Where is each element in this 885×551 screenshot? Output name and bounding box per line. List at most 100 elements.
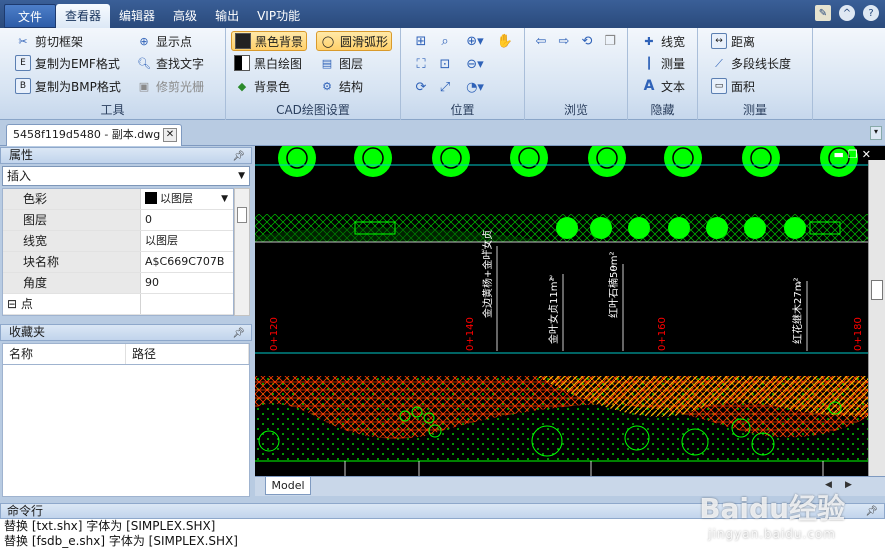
distance-button[interactable]: ↔ 距离	[708, 31, 758, 51]
pin-icon[interactable]: 📌︎	[232, 149, 245, 164]
zoom-out-icon[interactable]: ⊖▾	[461, 54, 489, 74]
trim-raster-button[interactable]: ▣ 修剪光栅	[133, 76, 207, 96]
station-labels: 0+120 0+140 0+160 0+180	[269, 317, 864, 351]
properties-panel-title: 属性 📌︎	[0, 147, 252, 164]
bmp-icon: B	[15, 78, 31, 94]
bg-color-button[interactable]: ◆ 背景色	[231, 76, 293, 96]
group-cad-settings: 黑色背景 ◯ 圆滑弧形 黑白绘图 ▤ 图层 ◆ 背景色 ⚙ 结构 CAD绘图设置	[226, 28, 401, 120]
tab-viewer[interactable]: 查看器	[56, 4, 111, 28]
tab-advanced[interactable]: 高级	[164, 4, 206, 28]
group-position-label: 位置	[450, 103, 475, 117]
group-browse: ⇦ ⇨ ⟲ ❐ 浏览	[525, 28, 628, 120]
back-arrow-icon[interactable]: ⇦	[531, 31, 551, 51]
hide-measure-button[interactable]: ┃ 测量	[638, 53, 688, 73]
pin-icon[interactable]: 📌︎	[865, 505, 878, 519]
scroll-thumb[interactable]	[237, 207, 247, 223]
collapse-icon[interactable]: ^	[839, 5, 855, 21]
show-points-button[interactable]: ⊕ 显示点	[133, 31, 195, 51]
fit-icon[interactable]: ⛶	[411, 54, 431, 74]
clip-frame-button[interactable]: ✂ 剪切框架	[12, 31, 86, 51]
trim-icon: ▣	[138, 79, 150, 93]
black-background-toggle[interactable]: 黑色背景	[231, 31, 308, 51]
forward-arrow-icon[interactable]: ⇨	[554, 31, 574, 51]
pin-icon[interactable]: 📌︎	[232, 326, 245, 341]
minimize-icon[interactable]: ▬	[834, 148, 844, 161]
refresh-icon[interactable]: ⟲	[577, 31, 597, 51]
orbit-icon[interactable]: ◔▾	[461, 77, 489, 97]
help-icon[interactable]: ?	[863, 5, 879, 21]
scroll-right-icon[interactable]: ▶	[845, 480, 852, 490]
chevron-down-icon: ▼	[238, 171, 245, 181]
lineweight-icon: ✚	[644, 34, 654, 48]
restore-icon[interactable]: ❐	[848, 148, 858, 161]
emf-icon: E	[15, 55, 31, 71]
watermark-url: jingyan.baidu.com	[708, 527, 836, 541]
favorites-list[interactable]	[2, 365, 250, 497]
cad-canvas[interactable]: 金边黄杨+金叶女贞 金叶女贞11m² 红叶石楠50m² 红花继木27m² 3 3…	[255, 146, 885, 476]
property-row-angle[interactable]: 角度 90	[3, 273, 233, 294]
tab-model[interactable]: Model	[265, 477, 311, 495]
zoom-in-icon[interactable]: ⊕▾	[461, 31, 489, 51]
scroll-thumb[interactable]	[871, 280, 883, 300]
callout-leaders	[496, 246, 808, 351]
station-ticks	[344, 461, 824, 476]
tab-output[interactable]: 输出	[206, 4, 248, 28]
tab-vip[interactable]: VIP功能	[248, 4, 309, 28]
polyline-length-button[interactable]: ⟋ 多段线长度	[708, 53, 794, 73]
entity-type-select[interactable]: 插入 ▼	[2, 166, 250, 186]
property-category-point[interactable]: ⊟ 点	[3, 294, 233, 315]
pen-icon[interactable]: ✎	[815, 5, 831, 21]
bw-draw-button[interactable]: 黑白绘图	[231, 53, 305, 73]
text-button[interactable]: A 文本	[638, 76, 688, 96]
ruler-icon: ┃	[645, 56, 653, 70]
zoom-box-icon[interactable]: ⊡	[435, 54, 455, 74]
pan-hand-icon[interactable]: ✋	[495, 31, 515, 51]
structure-button[interactable]: ⚙ 结构	[316, 76, 366, 96]
property-row-block-name[interactable]: 块名称 A$C669C707B	[3, 252, 233, 273]
close-icon[interactable]: ✕	[163, 128, 177, 142]
bw-icon	[234, 55, 250, 71]
distance-icon: ↔	[711, 33, 727, 49]
chevron-down-icon[interactable]: ▼	[221, 189, 228, 209]
column-name[interactable]: 名称	[3, 344, 126, 364]
color-swatch	[145, 192, 157, 204]
property-row-color[interactable]: 色彩 以图层 ▼	[3, 189, 233, 210]
fullscreen-icon[interactable]: ⤢	[435, 77, 455, 97]
document-tab-label: 5458f119d5480 - 副本.dwg	[13, 128, 161, 141]
layers-button[interactable]: ▤ 图层	[316, 53, 366, 73]
canvas-window-controls: ▬ ❐ ✕	[834, 148, 872, 161]
clip-frame-icon: ✂	[18, 34, 28, 48]
document-tab-bar: 5458f119d5480 - 副本.dwg ✕ ▾	[0, 120, 885, 146]
lineweight-button[interactable]: ✚ 线宽	[638, 31, 688, 51]
copy-view-icon[interactable]: ❐	[600, 31, 620, 51]
document-tab[interactable]: 5458f119d5480 - 副本.dwg ✕	[6, 124, 182, 146]
callout-mark: 3	[797, 281, 801, 288]
property-row-lineweight[interactable]: 线宽 以图层	[3, 231, 233, 252]
properties-scrollbar[interactable]	[234, 188, 250, 316]
callout-mark: 3	[481, 249, 485, 256]
tree-row	[278, 146, 858, 177]
arc-icon: ◯	[321, 34, 335, 48]
copy-bmp-button[interactable]: B 复制为BMP格式	[12, 76, 124, 96]
smooth-arc-toggle[interactable]: ◯ 圆滑弧形	[316, 31, 393, 51]
zoom-window-icon[interactable]: ⊞	[411, 31, 431, 51]
favorites-header: 名称 路径	[2, 343, 250, 365]
property-row-layer[interactable]: 图层 0	[3, 210, 233, 231]
station-label: 0+180	[853, 317, 864, 351]
copy-emf-button[interactable]: E 复制为EMF格式	[12, 53, 123, 73]
group-tools: ✂ 剪切框架 E 复制为EMF格式 B 复制为BMP格式 ⊕ 显示点 🔍︎ 查找…	[0, 28, 226, 120]
find-text-button[interactable]: 🔍︎ 查找文字	[133, 53, 207, 73]
zoom-extents-icon[interactable]: ⌕	[435, 31, 455, 51]
rotate-3d-icon[interactable]: ⟳	[411, 77, 431, 97]
file-menu[interactable]: 文件	[4, 4, 57, 28]
callout-label: 金边黄杨+金叶女贞	[481, 230, 494, 318]
group-measure: ↔ 距离 ⟋ 多段线长度 ▭ 面积 测量	[698, 28, 813, 120]
canvas-vertical-scrollbar[interactable]	[868, 160, 885, 478]
area-button[interactable]: ▭ 面积	[708, 76, 758, 96]
tab-editor[interactable]: 编辑器	[110, 4, 164, 28]
collapse-icon[interactable]: ⊟	[7, 297, 17, 311]
callout-mark: 3	[549, 275, 553, 282]
chevron-down-icon[interactable]: ▾	[870, 126, 882, 140]
group-position: ⊞ ⌕ ⊕▾ ✋ ⛶ ⊡ ⊖▾ ⟳ ⤢ ◔▾ 位置	[401, 28, 525, 120]
column-path[interactable]: 路径	[126, 344, 249, 364]
